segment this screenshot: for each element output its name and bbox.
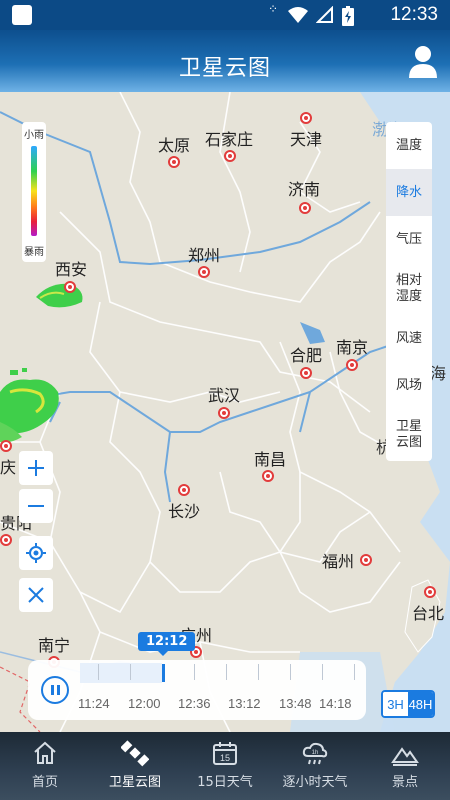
city-label: 海 [430, 364, 447, 383]
nav-label: 景点 [391, 775, 418, 790]
layer-pressure[interactable]: 气压 [386, 216, 432, 263]
time-label: 11:24 [78, 696, 110, 711]
page-title: 卫星云图 [178, 56, 271, 81]
pause-icon [56, 685, 60, 695]
city-marker[interactable] [178, 484, 190, 496]
nav-15day[interactable]: 15 15日天气 [180, 732, 270, 800]
app-header: 卫星云图 [0, 30, 450, 92]
city-label: 天津 [290, 130, 323, 149]
city-label: 长沙 [168, 502, 201, 521]
city-marker[interactable] [299, 202, 311, 214]
layer-precipitation[interactable]: 降水 [386, 169, 432, 216]
locate-button[interactable] [19, 536, 53, 570]
close-icon [28, 587, 44, 603]
pause-icon [50, 685, 54, 695]
city-label: 南宁 [38, 636, 71, 655]
precipitation-legend: 小雨 暴雨 [22, 122, 46, 262]
city-label: 西安 [55, 260, 88, 279]
time-label: 13:12 [228, 696, 261, 711]
time-label: 12:36 [178, 696, 211, 711]
zoom-in-button[interactable] [19, 451, 53, 485]
layer-wind-speed[interactable]: 风速 [386, 315, 432, 362]
battery-icon [342, 6, 354, 26]
city-marker[interactable] [0, 440, 12, 452]
nav-hourly[interactable]: 1h 逐小时天气 [270, 732, 360, 800]
city-marker[interactable] [218, 407, 230, 419]
home-icon [34, 741, 56, 764]
current-time-bubble: 12:12 [138, 632, 196, 656]
time-label: 12:00 [128, 696, 161, 711]
status-time: 12:33 [390, 4, 438, 25]
pause-button[interactable] [41, 676, 69, 704]
status-icons [288, 6, 354, 26]
signal-dots-icon: ⁘ [268, 2, 279, 16]
range-48h-button[interactable]: 48H [408, 692, 433, 716]
city-label: 庆 [0, 458, 17, 477]
slider-thumb[interactable] [162, 664, 165, 682]
nav-home[interactable]: 首页 [0, 732, 90, 800]
layer-humidity[interactable]: 相对湿度 [386, 263, 432, 315]
plus-icon [28, 460, 44, 476]
zoom-out-button[interactable] [19, 489, 53, 523]
city-marker[interactable] [300, 367, 312, 379]
status-bar: ⁘ 12:33 [0, 0, 450, 30]
city-marker[interactable] [0, 534, 12, 546]
time-label: 13:48 [279, 696, 312, 711]
satellite-icon [121, 740, 149, 767]
range-3h-button[interactable]: 3H [383, 692, 408, 716]
city-marker[interactable] [224, 150, 236, 162]
city-label: 南昌 [254, 450, 287, 469]
cloud-rain-icon: 1h [302, 742, 328, 765]
wifi-icon [288, 7, 308, 23]
legend-max-label: 暴雨 [24, 247, 44, 258]
city-marker[interactable] [360, 554, 372, 566]
layer-selector: 温度 降水 气压 相对湿度 风速 风场 卫星云图 [386, 122, 432, 461]
city-marker[interactable] [300, 112, 312, 124]
city-marker[interactable] [262, 470, 274, 482]
nav-label: 逐小时天气 [282, 775, 348, 790]
bottom-nav: 首页 卫星云图 15 15日天气 1h 逐小时天气 景点 [0, 732, 450, 800]
user-avatar-icon[interactable] [408, 44, 438, 78]
city-marker[interactable] [346, 359, 358, 371]
nav-scenic[interactable]: 景点 [360, 732, 450, 800]
range-toggle: 3H 48H [381, 690, 435, 718]
slider-track[interactable] [78, 660, 356, 684]
nav-label: 首页 [31, 775, 58, 790]
calendar-day-number: 15 [220, 753, 230, 763]
city-marker[interactable] [424, 586, 436, 598]
city-marker[interactable] [198, 266, 210, 278]
city-label: 太原 [158, 136, 191, 155]
legend-min-label: 小雨 [24, 130, 44, 141]
nav-satellite[interactable]: 卫星云图 [90, 732, 180, 800]
layer-satellite[interactable]: 卫星云图 [386, 409, 432, 461]
signal-icon [316, 6, 333, 23]
app-notification-icon [12, 5, 32, 25]
mountain-icon [391, 747, 419, 766]
weather-map[interactable]: 太原 石家庄 天津 济南 郑州 西安 合肥 南京 武汉 南昌 长沙 福州 广州 … [0, 92, 450, 732]
city-label: 石家庄 [205, 130, 254, 149]
location-target-icon [26, 543, 46, 563]
city-marker[interactable] [64, 281, 76, 293]
city-label: 福州 [322, 552, 355, 571]
minus-icon [28, 505, 44, 507]
legend-color-bar [31, 146, 37, 236]
time-label: 14:18 [319, 696, 352, 711]
city-label: 济南 [288, 180, 321, 199]
city-label: 南京 [336, 338, 369, 357]
nav-label: 卫星云图 [108, 775, 161, 790]
city-label: 合肥 [290, 346, 323, 365]
calendar-icon: 15 [213, 742, 237, 765]
city-marker[interactable] [168, 156, 180, 168]
close-layer-button[interactable] [19, 578, 53, 612]
layer-wind-field[interactable]: 风场 [386, 362, 432, 409]
city-label: 台北 [412, 604, 445, 623]
nav-label: 15日天气 [197, 775, 253, 790]
city-label: 郑州 [188, 246, 221, 265]
time-slider[interactable]: 12:12 11:24 12:00 12:36 13:12 13:48 14:1… [28, 632, 366, 720]
hourly-badge: 1h [312, 750, 319, 756]
layer-temperature[interactable]: 温度 [386, 122, 432, 169]
city-label: 武汉 [208, 386, 241, 405]
